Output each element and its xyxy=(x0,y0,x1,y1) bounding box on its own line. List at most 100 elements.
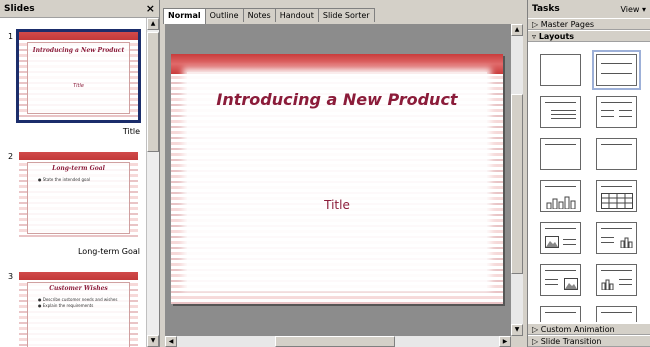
editor-area: Normal Outline Notes Handout Slide Sorte… xyxy=(163,0,523,347)
tasks-header: Tasks View ▾ xyxy=(528,0,650,18)
layout-line xyxy=(545,228,576,229)
layout-line xyxy=(601,186,632,187)
slide-title[interactable]: Introducing a New Product xyxy=(187,90,487,109)
slides-scrollbar[interactable]: ▲ ▼ xyxy=(146,18,159,347)
layout-line xyxy=(601,116,614,117)
view-menu-button[interactable]: View ▾ xyxy=(620,5,646,14)
thumb-bullet: ● State the intended goal xyxy=(38,177,91,182)
layout-title-text-chart[interactable] xyxy=(596,222,637,254)
layout-line xyxy=(551,118,576,119)
tasks-pane: Tasks View ▾ ▷ Master Pages ▿ Layouts ▷ … xyxy=(527,0,650,347)
layout-line xyxy=(563,244,576,245)
scroll-down-icon[interactable]: ▼ xyxy=(511,324,523,336)
slide-number: 1 xyxy=(8,32,14,41)
layout-line xyxy=(551,114,576,115)
section-slide-transition[interactable]: ▷ Slide Transition xyxy=(528,335,650,347)
slide-caption: Title xyxy=(122,127,140,136)
thumb-content: Customer Wishes ● Describe customer need… xyxy=(27,282,130,347)
thumb-content: Long-term Goal ● State the intended goal xyxy=(27,162,130,234)
slide-canvas[interactable]: Introducing a New Product Title xyxy=(165,24,511,336)
layout-line xyxy=(601,73,632,74)
close-icon[interactable]: × xyxy=(146,2,155,15)
slide-thumbnail-1[interactable]: Introducing a New Product Title xyxy=(16,29,141,123)
layout-title-slide[interactable] xyxy=(592,50,641,90)
layout-line xyxy=(601,270,632,271)
layout-title-table[interactable] xyxy=(596,180,637,212)
layout-line xyxy=(601,102,632,103)
tab-slide-sorter[interactable]: Slide Sorter xyxy=(317,8,375,22)
thumb-topbar xyxy=(19,152,138,160)
scroll-right-icon[interactable]: ▶ xyxy=(499,336,511,347)
scroll-thumb[interactable] xyxy=(275,336,395,347)
thumb-topbar xyxy=(19,272,138,280)
slide-content: Introducing a New Product Title xyxy=(187,72,487,288)
layout-title-text-clipart[interactable] xyxy=(540,264,581,296)
layout-title-chart-text[interactable] xyxy=(596,264,637,296)
tasks-title: Tasks xyxy=(532,4,560,14)
layout-line xyxy=(601,242,614,243)
slides-pane-header: Slides × xyxy=(0,0,159,18)
tab-outline[interactable]: Outline xyxy=(204,8,244,22)
layout-line xyxy=(545,102,576,103)
thumb-title: Long-term Goal xyxy=(52,165,105,172)
section-label: Master Pages xyxy=(540,20,595,29)
scroll-thumb[interactable] xyxy=(511,94,523,274)
slide-thumbnail-3[interactable]: Customer Wishes ● Describe customer need… xyxy=(19,272,138,347)
layout-line xyxy=(619,279,632,280)
slide-caption: Long-term Goal xyxy=(77,247,140,256)
layout-title-content[interactable] xyxy=(540,96,581,128)
chart-icon xyxy=(601,279,614,290)
current-slide[interactable]: Introducing a New Product Title xyxy=(171,54,503,304)
image-icon xyxy=(564,278,578,290)
section-label: Custom Animation xyxy=(540,325,615,334)
layout-title-two-content[interactable] xyxy=(596,96,637,128)
slides-pane: Slides × 1 Introducing a New Product Tit… xyxy=(0,0,160,347)
tab-handout[interactable]: Handout xyxy=(274,8,319,22)
layout-title-two-objects[interactable] xyxy=(596,306,637,322)
slide-topbar xyxy=(171,54,503,74)
layout-line xyxy=(619,284,632,285)
section-label: Layouts xyxy=(538,32,575,41)
scroll-down-icon[interactable]: ▼ xyxy=(147,335,159,347)
slides-list[interactable]: 1 Introducing a New Product Title Title … xyxy=(0,18,146,347)
thumb-title: Introducing a New Product xyxy=(32,47,125,54)
tab-notes[interactable]: Notes xyxy=(242,8,276,22)
scroll-up-icon[interactable]: ▲ xyxy=(147,18,159,30)
layout-blank[interactable] xyxy=(540,54,581,86)
scroll-left-icon[interactable]: ◀ xyxy=(165,336,177,347)
section-custom-animation[interactable]: ▷ Custom Animation xyxy=(528,323,650,335)
thumb-content: Introducing a New Product Title xyxy=(27,42,130,114)
layout-line xyxy=(601,237,614,238)
layout-line xyxy=(545,270,576,271)
slide-thumbnail-2[interactable]: Long-term Goal ● State the intended goal xyxy=(19,152,138,240)
thumb-bullet-text: State the intended goal xyxy=(42,177,91,182)
layout-line xyxy=(545,186,576,187)
layout-line xyxy=(601,63,632,64)
thumb-bullet: ● Describe customer needs and wishes xyxy=(38,297,118,302)
thumb-bullet: ● Explain the requirements xyxy=(38,303,94,308)
layout-line xyxy=(601,228,632,229)
layout-title-only[interactable] xyxy=(540,138,581,170)
chart-icon xyxy=(620,237,633,248)
layout-title-object[interactable] xyxy=(540,306,581,322)
slide-number: 2 xyxy=(8,152,14,161)
section-master-pages[interactable]: ▷ Master Pages xyxy=(528,18,650,30)
slide-subtitle[interactable]: Title xyxy=(187,198,487,212)
editor-vertical-scrollbar[interactable]: ▲ ▼ xyxy=(511,24,523,336)
scroll-up-icon[interactable]: ▲ xyxy=(511,24,523,36)
editor-horizontal-scrollbar[interactable]: ◀ ▶ xyxy=(165,336,511,347)
layout-centered-text[interactable] xyxy=(596,138,637,170)
layout-line xyxy=(545,279,558,280)
layout-line xyxy=(601,312,632,313)
tab-normal[interactable]: Normal xyxy=(163,8,206,24)
thumb-topbar xyxy=(19,32,138,40)
section-layouts[interactable]: ▿ Layouts xyxy=(528,30,650,42)
layout-line xyxy=(619,110,632,111)
scroll-thumb[interactable] xyxy=(147,32,159,152)
layout-title-chart[interactable] xyxy=(540,180,581,212)
layout-title-clipart-text[interactable] xyxy=(540,222,581,254)
layout-line xyxy=(619,116,632,117)
thumb-bullet-text: Explain the requirements xyxy=(42,303,94,308)
layouts-gallery xyxy=(528,44,650,322)
image-icon xyxy=(545,236,559,248)
